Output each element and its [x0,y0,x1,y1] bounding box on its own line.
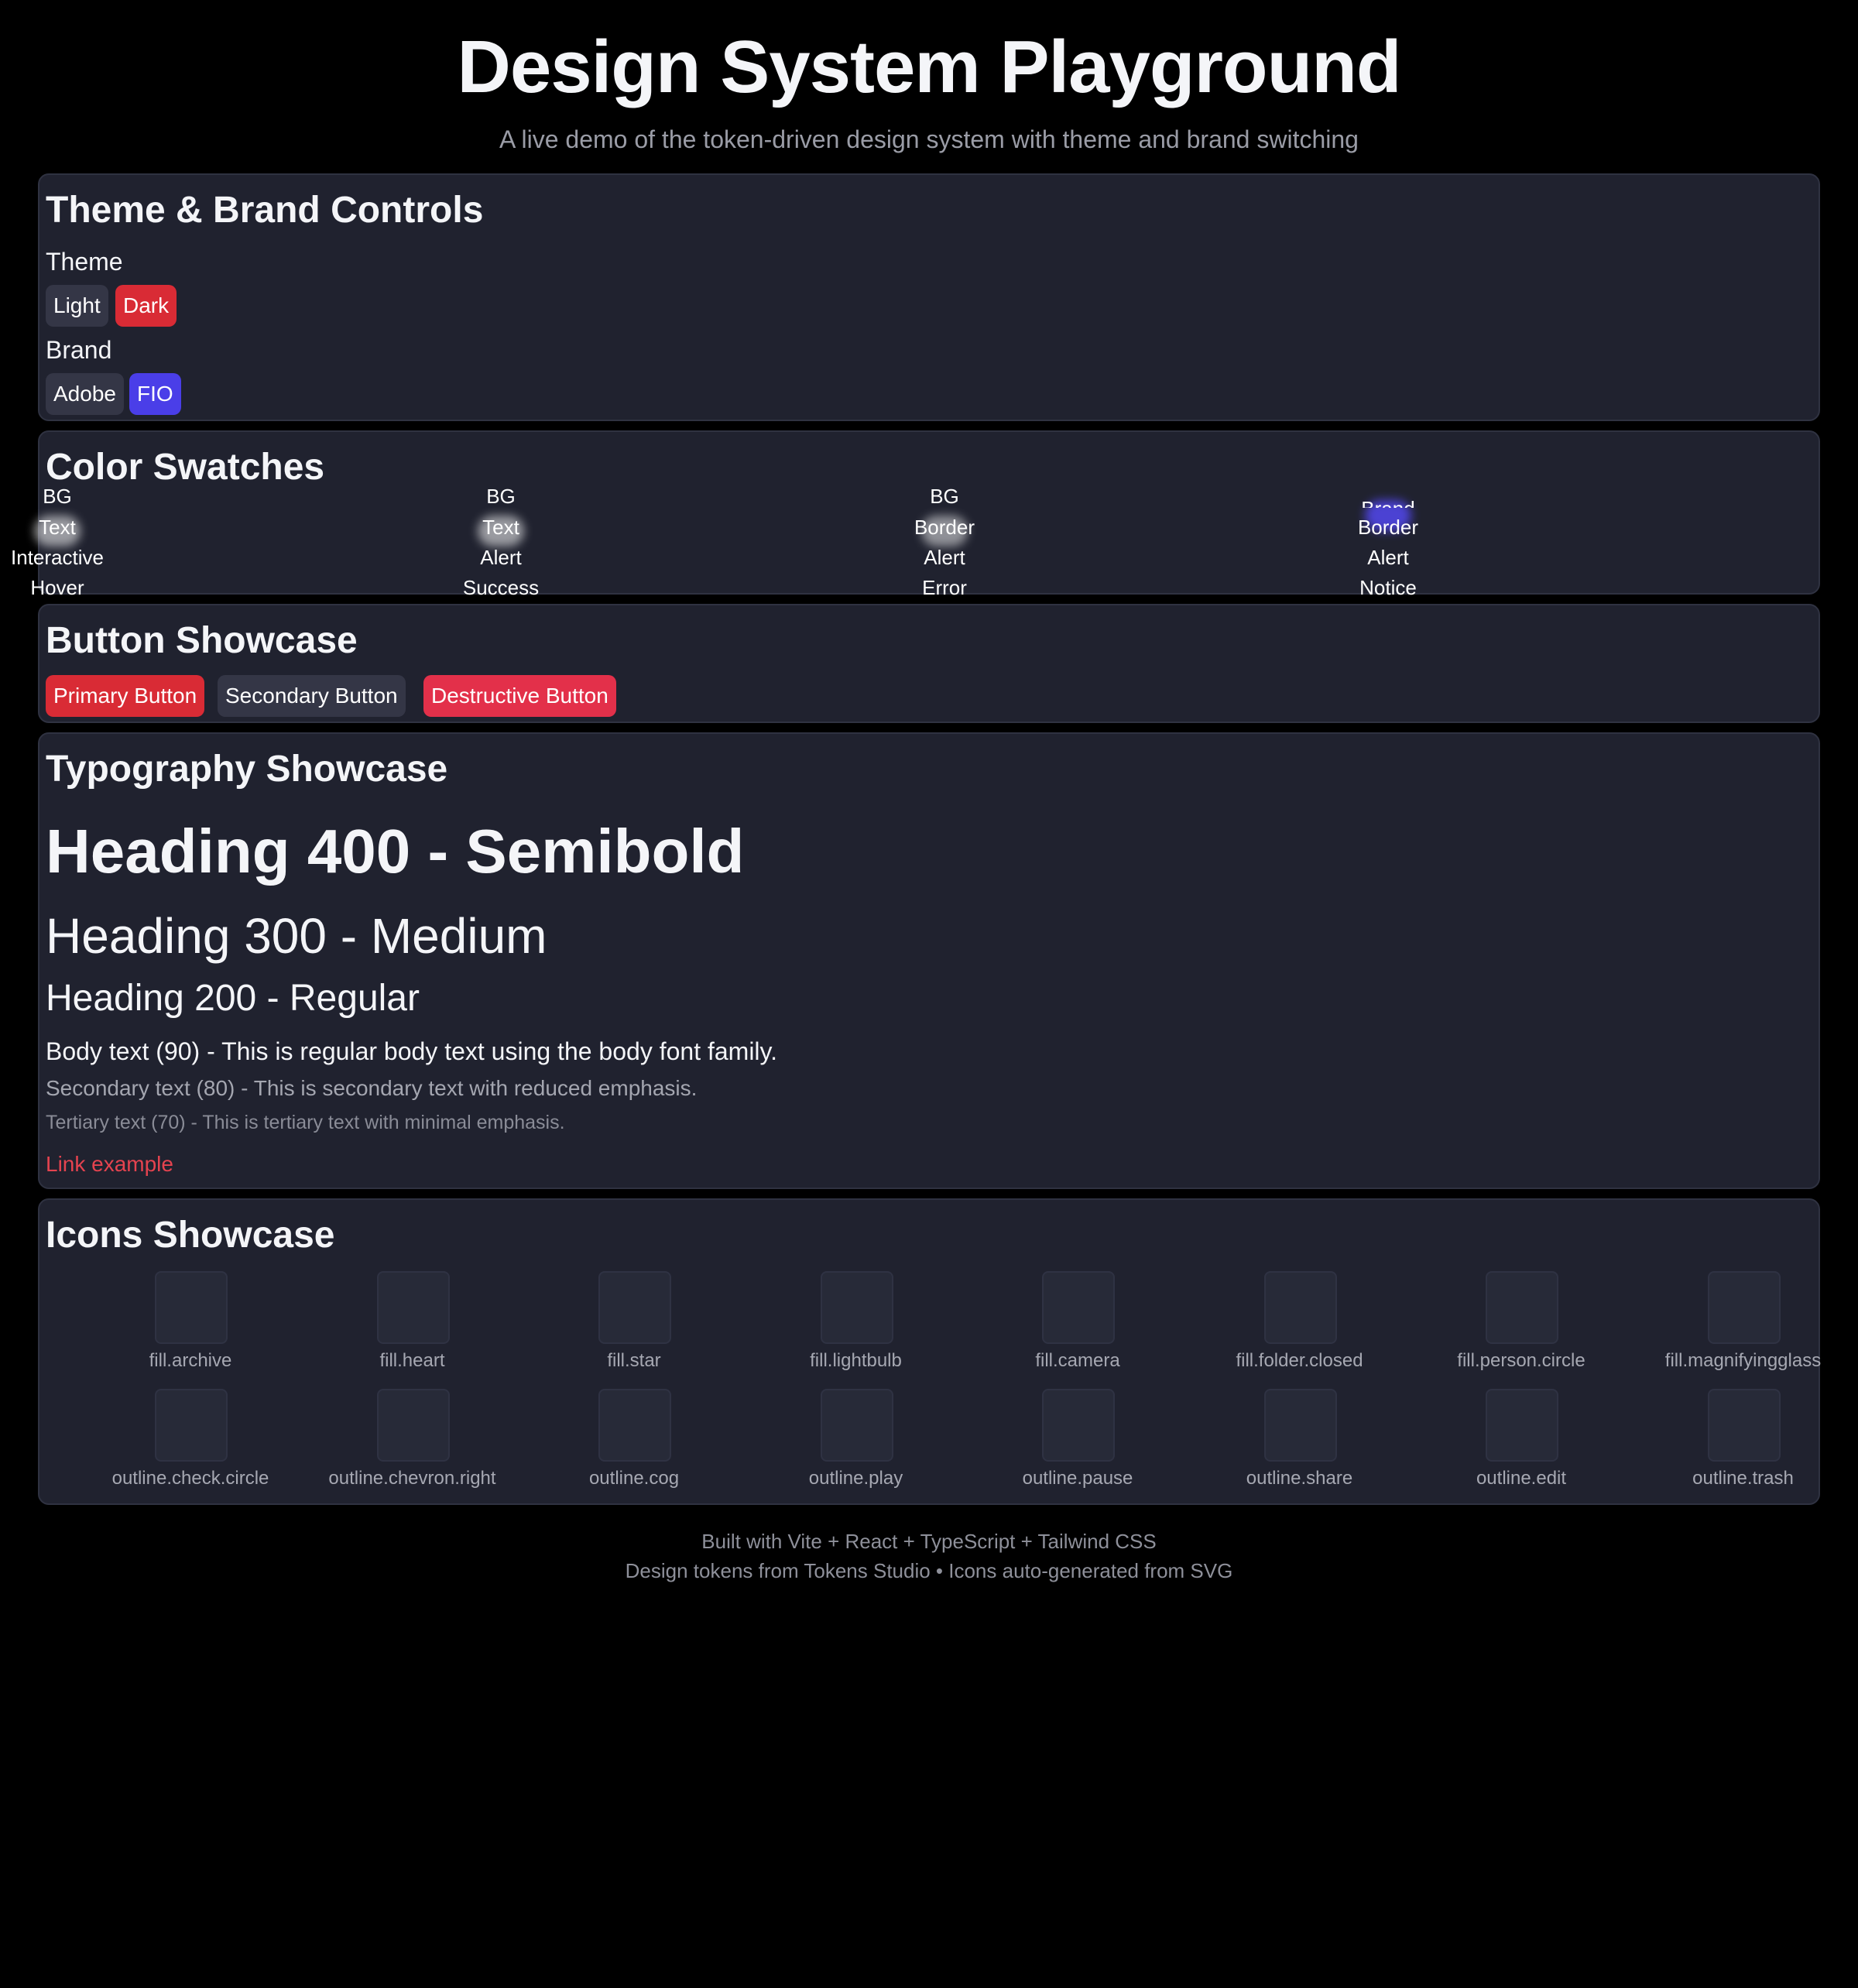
swatch-label: Border [914,516,975,539]
theme-dark-button[interactable]: Dark [115,285,177,327]
icon-item: outline.pause [969,1389,1186,1505]
destructive-button[interactable]: Destructive Button [423,675,616,717]
swatch-label: Hover [30,576,84,599]
swatch-label: Border [1357,516,1419,539]
body-text: Body text (90) - This is regular body te… [46,1037,778,1065]
fill-lightbulb-icon [820,1271,893,1344]
icon-item: outline.play [748,1389,965,1505]
swatch-label: BG [43,485,72,508]
icon-item: outline.cog [526,1389,742,1505]
typography-panel: Typography Showcase Heading 400 - Semibo… [38,732,1820,1189]
swatch-label: BG [930,485,959,508]
icon-label: fill.heart [379,1350,445,1371]
icon-label: fill.camera [1035,1350,1120,1371]
icon-item: outline.trash [1635,1389,1852,1505]
brand-fio-button[interactable]: FIO [129,373,181,415]
icon-item: fill.heart [304,1271,521,1387]
primary-button[interactable]: Primary Button [46,675,205,717]
outline-chevron-right-icon [376,1389,450,1462]
fill-person-circle-icon [1486,1271,1558,1344]
icon-label: fill.person.circle [1457,1350,1585,1371]
brand-label: Brand [46,336,112,364]
icon-item: fill.camera [969,1271,1186,1387]
icon-label: outline.pause [1022,1468,1133,1489]
theme-label: Theme [46,248,123,276]
fill-magnifyingglass-icon [1707,1271,1781,1344]
theme-light-button[interactable]: Light [46,285,108,327]
icon-item: fill.person.circle [1413,1271,1630,1387]
icons-title: Icons Showcase [46,1215,335,1256]
controls-panel: Theme & Brand Controls Theme Light Dark … [38,173,1820,421]
swatch-label: Text [482,516,519,539]
icon-label: outline.trash [1692,1468,1794,1489]
icons-panel: Icons Showcase fill.archive fill.heart fil… [38,1198,1821,1505]
swatch-label: Alert [480,546,522,569]
fill-heart-icon [376,1271,450,1344]
icon-item: fill.magnifyingglass [1635,1271,1852,1387]
tertiary-text: Tertiary text (70) - This is tertiary te… [46,1112,565,1133]
icon-label: outline.cog [588,1468,680,1489]
icon-item: outline.check.circle [82,1389,299,1505]
heading-300: Heading 300 - Medium [46,908,547,964]
icon-label: outline.check.circle [111,1468,269,1489]
fill-star-icon [598,1271,671,1344]
secondary-button[interactable]: Secondary Button [218,675,406,717]
swatch-label: Text [39,516,76,539]
buttons-panel: Button Showcase Primary Button Secondary… [38,604,1820,723]
brand-adobe-button[interactable]: Adobe [46,373,124,415]
icon-item: fill.archive [82,1271,299,1387]
icon-label: fill.star [607,1350,661,1371]
icon-item: fill.lightbulb [748,1271,965,1387]
page-title: Design System Playground [457,26,1402,108]
swatch-label: BG [486,485,516,508]
outline-play-icon [820,1389,893,1462]
swatch-label: Notice [1359,576,1417,599]
icon-item: outline.share [1191,1389,1408,1505]
footer-stack: Built with Vite + React + TypeScript + T… [701,1530,1157,1553]
outline-cog-icon [598,1389,671,1462]
swatch-label: Error [922,576,967,599]
heading-400: Heading 400 - Semibold [46,817,745,886]
heading-200: Heading 200 - Regular [46,978,420,1019]
typography-title: Typography Showcase [46,749,448,790]
outline-check-circle-icon [155,1389,228,1462]
outline-edit-icon [1486,1389,1558,1462]
page-subtitle: A live demo of the token-driven design s… [499,125,1359,153]
fill-archive-icon [155,1271,228,1344]
icon-label: outline.chevron.right [328,1468,496,1489]
controls-title: Theme & Brand Controls [46,190,484,231]
icon-label: fill.lightbulb [810,1350,902,1371]
buttons-title: Button Showcase [46,620,358,661]
swatch-label: Alert [1367,546,1409,569]
footer-credits: Design tokens from Tokens Studio • Icons… [625,1559,1233,1582]
icon-item: fill.star [526,1271,742,1387]
icon-label: outline.play [808,1468,903,1489]
swatch-grid: BG Text Interactive Hover BG Text Alert … [0,483,1858,607]
icon-label: fill.folder.closed [1236,1350,1363,1371]
fill-folder-closed-icon [1263,1271,1337,1344]
outline-share-icon [1263,1389,1337,1462]
swatches-title: Color Swatches [46,447,325,488]
swatch-label: Interactive [11,546,104,569]
outline-pause-icon [1042,1389,1115,1462]
swatch-label: Success [462,576,540,599]
secondary-text: Secondary text (80) - This is secondary … [46,1076,698,1100]
swatch-label: Brand [1311,497,1465,508]
swatch-label: Alert [924,546,965,569]
outline-trash-icon [1707,1389,1781,1462]
icon-item: outline.edit [1413,1389,1630,1505]
icon-item: fill.folder.closed [1191,1271,1408,1387]
icon-label: outline.edit [1476,1468,1567,1489]
icon-label: outline.share [1246,1468,1353,1489]
icon-item: outline.chevron.right [304,1389,521,1505]
icon-label: fill.magnifyingglass [1664,1350,1822,1371]
link-example[interactable]: Link example [46,1152,173,1177]
icon-label: fill.archive [149,1350,232,1371]
fill-camera-icon [1042,1271,1115,1344]
